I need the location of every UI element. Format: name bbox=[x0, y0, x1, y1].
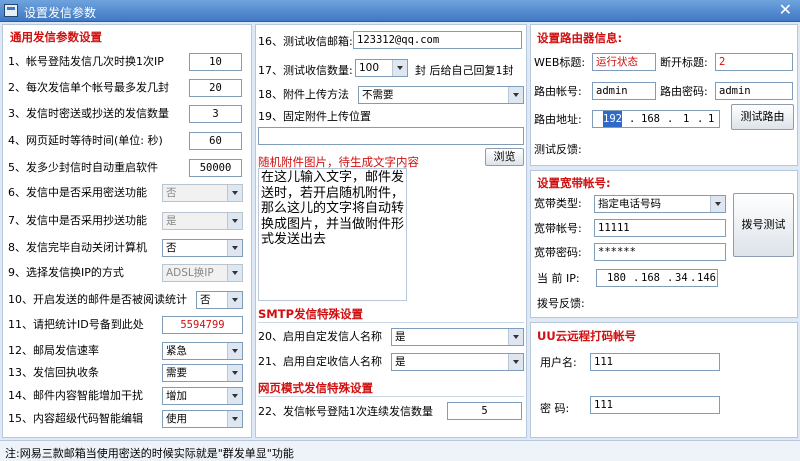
read-stat-select[interactable]: 否 bbox=[196, 291, 243, 309]
uu-section-title: UU云远程打码帐号 bbox=[537, 329, 637, 343]
row-label: 11、请把统计ID号备到此处 bbox=[8, 318, 144, 331]
test-count-label: 17、测试收信数量: bbox=[258, 64, 353, 77]
receiver-name-select[interactable]: 是 bbox=[391, 353, 524, 371]
status-text: 注:网易三款邮箱当使用密送的时候实际就是"群发单显"功能 bbox=[5, 447, 294, 460]
receipt-select[interactable]: 需要 bbox=[162, 364, 243, 382]
broadband-account-label: 宽带帐号: bbox=[534, 222, 582, 235]
row-label: 3、发信时密送或抄送的发信数量 bbox=[8, 107, 169, 120]
interference-select[interactable]: 增加 bbox=[162, 387, 243, 405]
router-account-label: 路由帐号: bbox=[534, 85, 582, 98]
chevron-down-icon bbox=[227, 411, 242, 427]
row-label: 13、发信回执收条 bbox=[8, 366, 99, 379]
random-text-area[interactable]: 在这儿输入文字，邮件发送时，若开启随机附件，那么这儿的文字将自动转换成图片，并当… bbox=[258, 168, 407, 301]
row-label: 4、网页延时等待时间(单位: 秒) bbox=[8, 134, 163, 147]
attach-path-label: 19、固定附件上传位置 bbox=[258, 110, 371, 123]
broadband-section-title: 设置宽带帐号: bbox=[537, 176, 611, 190]
sender-name-label: 20、启用自定发信人名称 bbox=[258, 330, 382, 343]
chevron-down-icon bbox=[710, 196, 725, 212]
bcc-select[interactable]: 否 bbox=[162, 184, 243, 202]
smtp-section-title: SMTP发信特殊设置 bbox=[258, 306, 524, 323]
cc-select[interactable]: 是 bbox=[162, 212, 243, 230]
status-bar: 注:网易三款邮箱当使用密送的时候实际就是"群发单显"功能 bbox=[0, 440, 800, 461]
uu-user-label: 用户名: bbox=[540, 356, 577, 369]
sender-name-select[interactable]: 是 bbox=[391, 328, 524, 346]
title-bar: 设置发信参数 ✕ bbox=[0, 0, 800, 22]
chevron-down-icon bbox=[227, 388, 242, 404]
bcc-count-input[interactable]: 3 bbox=[189, 105, 242, 123]
web-login-count-input[interactable]: 5 bbox=[447, 402, 522, 420]
disconnect-label: 断开标题: bbox=[660, 56, 708, 69]
attach-method-select[interactable]: 不需要 bbox=[358, 86, 524, 104]
row-label: 15、内容超级代码智能编辑 bbox=[8, 412, 143, 425]
test-email-input[interactable]: 123312@qq.com bbox=[353, 31, 522, 49]
general-section-title: 通用发信参数设置 bbox=[10, 30, 102, 44]
chevron-down-icon bbox=[227, 292, 242, 308]
row-label: 8、发信完毕自动关闭计算机 bbox=[8, 241, 147, 254]
row-label: 12、邮局发信速率 bbox=[8, 344, 99, 357]
window-title: 设置发信参数 bbox=[24, 6, 97, 20]
current-ip-label: 当 前 IP: bbox=[537, 272, 580, 285]
receiver-name-label: 21、启用自定收信人名称 bbox=[258, 355, 382, 368]
chevron-down-icon bbox=[508, 87, 523, 103]
chevron-down-icon bbox=[227, 365, 242, 381]
router-account-input[interactable]: admin bbox=[592, 82, 656, 100]
dial-test-button[interactable]: 拨号测试 bbox=[733, 193, 794, 257]
chevron-down-icon bbox=[227, 265, 242, 281]
stat-id-input[interactable]: 5594799 bbox=[162, 316, 243, 334]
broadband-password-input[interactable]: ****** bbox=[594, 243, 726, 261]
row-label: 5、发多少封信时自动重启软件 bbox=[8, 161, 158, 174]
router-address-label: 路由地址: bbox=[534, 113, 582, 126]
dial-feedback-label: 拨号反馈: bbox=[537, 297, 585, 310]
app-icon bbox=[4, 4, 18, 17]
row-label: 9、选择发信换IP的方式 bbox=[8, 266, 124, 279]
broadband-password-label: 宽带密码: bbox=[534, 246, 582, 259]
web-section-title: 网页模式发信特殊设置 bbox=[258, 380, 524, 397]
web-login-count-label: 22、发信帐号登陆1次连续发信数量 bbox=[258, 405, 433, 418]
row-label: 1、帐号登陆发信几次时换1次IP bbox=[8, 55, 164, 68]
browse-button[interactable]: 浏览 bbox=[485, 148, 524, 166]
speed-select[interactable]: 紧急 bbox=[162, 342, 243, 360]
uu-pass-input[interactable]: 111 bbox=[590, 396, 720, 414]
chevron-down-icon bbox=[227, 213, 242, 229]
web-title-input[interactable]: 运行状态 bbox=[592, 53, 656, 71]
test-router-button[interactable]: 测试路由 bbox=[731, 104, 794, 130]
chevron-down-icon bbox=[227, 343, 242, 359]
restart-count-input[interactable]: 50000 bbox=[189, 159, 242, 177]
chevron-down-icon bbox=[508, 354, 523, 370]
row-label: 14、邮件内容智能增加干扰 bbox=[8, 389, 143, 402]
test-email-label: 16、测试收信邮箱: bbox=[258, 35, 353, 48]
router-password-input[interactable]: admin bbox=[715, 82, 793, 100]
attach-method-label: 18、附件上传方法 bbox=[258, 88, 349, 101]
test-count-select[interactable]: 100 bbox=[355, 59, 408, 77]
delay-seconds-input[interactable]: 60 bbox=[189, 132, 242, 150]
chevron-down-icon bbox=[227, 185, 242, 201]
disconnect-input[interactable]: 2 bbox=[715, 53, 793, 71]
close-icon[interactable]: ✕ bbox=[779, 1, 792, 19]
shutdown-select[interactable]: 否 bbox=[162, 239, 243, 257]
router-ip-input[interactable]: 192 . 168 . 1 . 1 bbox=[592, 110, 720, 128]
broadband-type-select[interactable]: 指定电话号码 bbox=[594, 195, 726, 213]
router-feedback-label: 测试反馈: bbox=[534, 143, 582, 156]
uu-user-input[interactable]: 111 bbox=[590, 353, 720, 371]
chevron-down-icon bbox=[227, 240, 242, 256]
attach-path-input[interactable] bbox=[258, 127, 524, 145]
current-ip-input[interactable]: 180 . 168 . 34 . 146 bbox=[596, 269, 718, 287]
chevron-down-icon bbox=[392, 60, 407, 76]
row-label: 10、开启发送的邮件是否被阅读统计 bbox=[8, 293, 187, 306]
ip-switch-count-input[interactable]: 10 bbox=[189, 53, 242, 71]
code-edit-select[interactable]: 使用 bbox=[162, 410, 243, 428]
row-label: 2、每次发信单个帐号最多发几封 bbox=[8, 81, 169, 94]
row-label: 7、发信中是否采用抄送功能 bbox=[8, 214, 147, 227]
max-per-account-input[interactable]: 20 bbox=[189, 79, 242, 97]
test-count-suffix: 封 后给自己回复1封 bbox=[415, 64, 514, 77]
chevron-down-icon bbox=[508, 329, 523, 345]
router-section-title: 设置路由器信息: bbox=[537, 31, 623, 45]
router-password-label: 路由密码: bbox=[660, 85, 708, 98]
broadband-account-input[interactable]: 11111 bbox=[594, 219, 726, 237]
uu-pass-label: 密 码: bbox=[540, 402, 570, 415]
row-label: 6、发信中是否采用密送功能 bbox=[8, 186, 147, 199]
broadband-type-label: 宽带类型: bbox=[534, 197, 582, 210]
web-title-label: WEB标题: bbox=[534, 56, 586, 69]
ip-method-select[interactable]: ADSL换IP bbox=[162, 264, 243, 282]
